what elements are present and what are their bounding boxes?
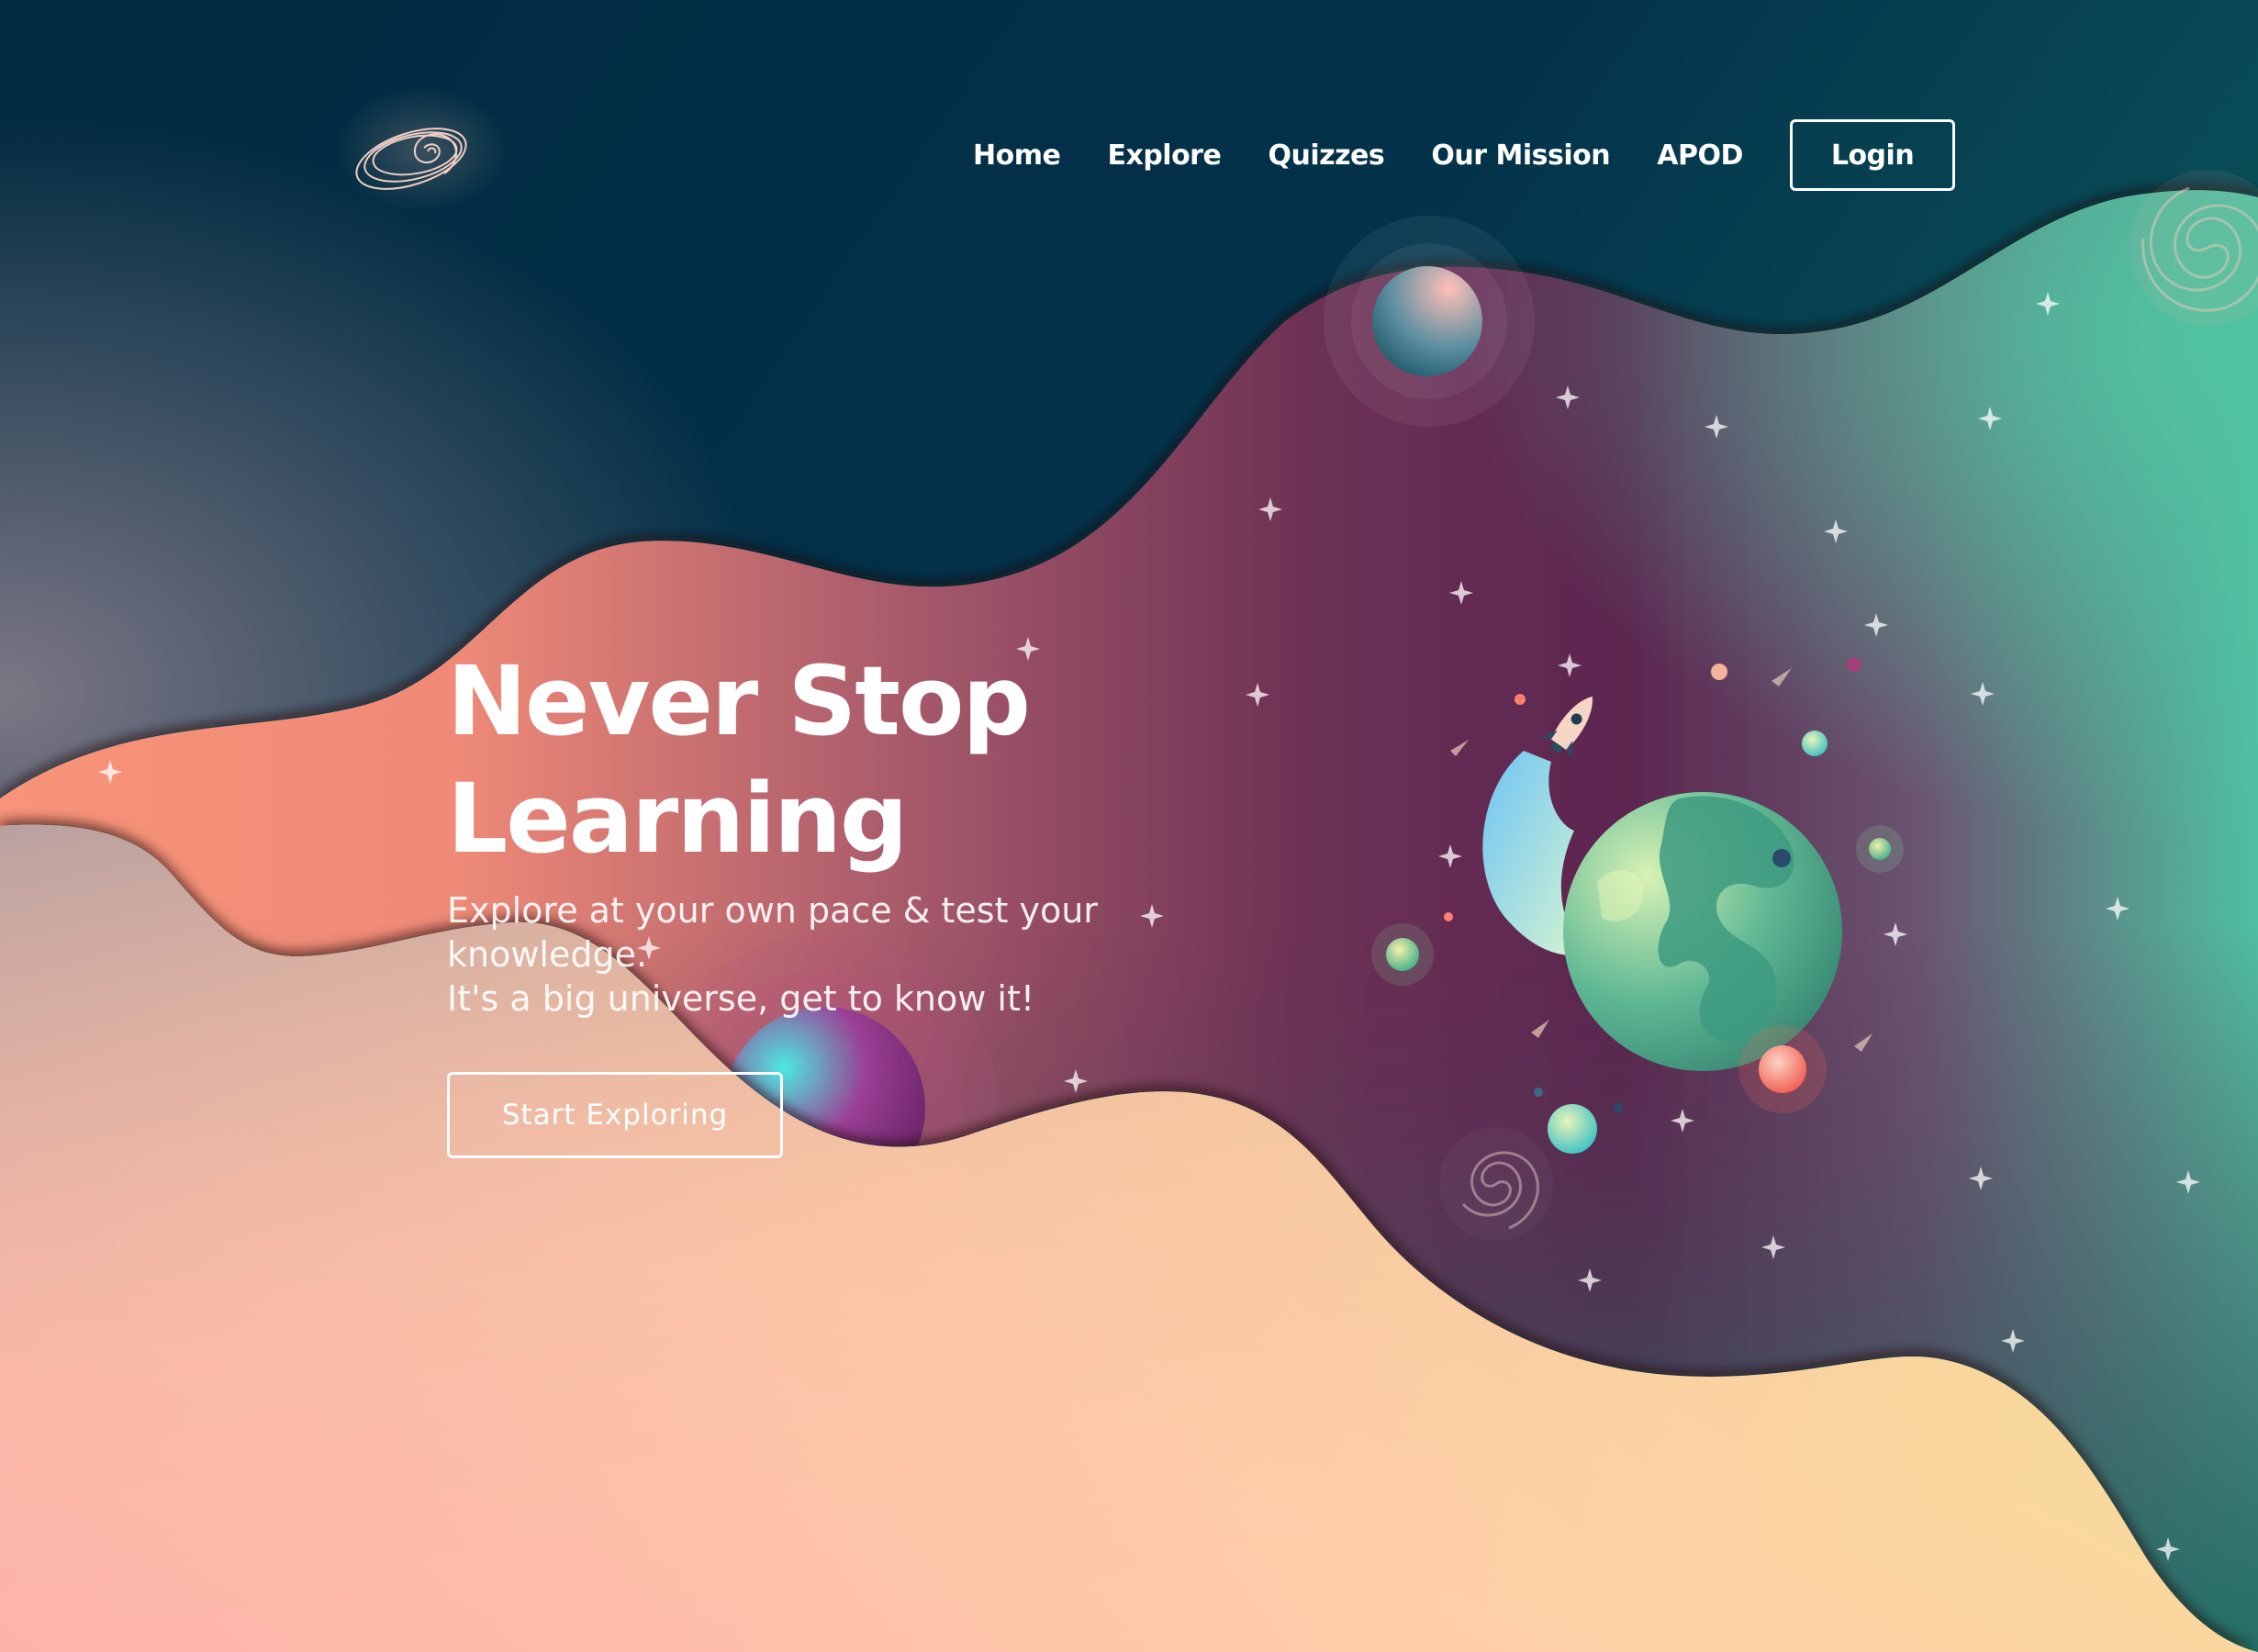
moon-icon: [1324, 216, 1535, 427]
login-button[interactable]: Login: [1790, 119, 1955, 191]
spiral-galaxy-logo-icon[interactable]: [330, 87, 514, 216]
galaxy-swirl-icon: [1461, 1151, 1539, 1230]
nav-item-apod[interactable]: APOD: [1657, 140, 1743, 172]
hero-title-line-2: Learning: [447, 763, 908, 875]
hero-subtitle-line-1: Explore at your own pace & test your kno…: [447, 890, 1098, 975]
nav-item-quizzes[interactable]: Quizzes: [1268, 140, 1384, 172]
hero-title: Never Stop Learning: [447, 642, 1200, 877]
hero-section: Never Stop Learning Explore at your own …: [447, 642, 1200, 1158]
main-navigation: Home Explore Quizzes Our Mission APOD Lo…: [973, 117, 1955, 193]
red-planet-icon: [1738, 1025, 1827, 1113]
hero-title-line-1: Never Stop: [447, 645, 1031, 757]
nav-item-our-mission[interactable]: Our Mission: [1431, 140, 1610, 172]
nav-item-explore[interactable]: Explore: [1107, 140, 1221, 172]
hero-subtitle: Explore at your own pace & test your kno…: [447, 888, 1126, 1021]
hero-subtitle-line-2: It's a big universe, get to know it!: [447, 978, 1035, 1019]
nav-item-home[interactable]: Home: [973, 140, 1061, 172]
start-exploring-button[interactable]: Start Exploring: [447, 1072, 783, 1158]
